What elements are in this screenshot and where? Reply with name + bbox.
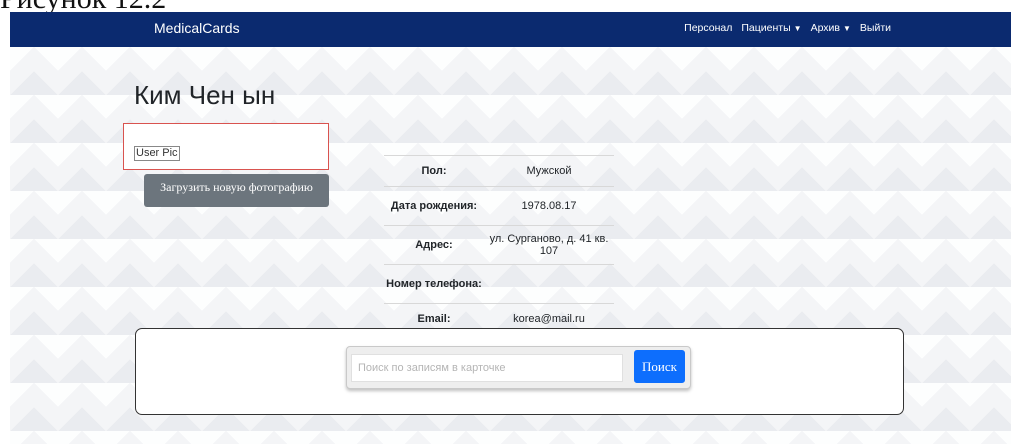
navbar: MedicalCards Персонал Пациенты ▼ Архив ▼ В… xyxy=(10,12,1011,47)
nav-item-staff[interactable]: Персонал xyxy=(684,22,732,34)
phone-value xyxy=(484,265,614,304)
patient-info-table: Пол: Мужской Дата рождения: 1978.08.17 А… xyxy=(384,155,614,334)
phone-label: Номер телефона: xyxy=(386,278,482,290)
nav-item-logout[interactable]: Выйти xyxy=(860,22,891,34)
table-row: Номер телефона: xyxy=(384,264,614,304)
table-row: Пол: Мужской xyxy=(384,155,614,187)
address-label: Адрес: xyxy=(415,239,453,251)
nav-item-archive[interactable]: Архив ▼ xyxy=(811,22,851,34)
gender-label: Пол: xyxy=(421,165,447,177)
birthdate-value: 1978.08.17 xyxy=(521,200,577,212)
table-row: Адрес: ул. Сурганово, д. 41 кв. 107 xyxy=(384,225,614,265)
nav-item-patients[interactable]: Пациенты ▼ xyxy=(741,22,801,34)
caret-down-icon: ▼ xyxy=(793,23,802,33)
user-pic-image[interactable]: User Pic xyxy=(134,146,180,161)
birthdate-label: Дата рождения: xyxy=(390,200,478,212)
search-input[interactable] xyxy=(351,354,623,382)
search-button[interactable]: Поиск xyxy=(634,350,685,383)
patient-name: Ким Чен ын xyxy=(134,80,276,110)
address-value: ул. Сурганово, д. 41 кв. 107 xyxy=(489,233,609,257)
figure-caption: Рисунок 12.2 xyxy=(0,0,166,14)
nav-links: Персонал Пациенты ▼ Архив ▼ Выйти xyxy=(684,22,891,34)
brand-link[interactable]: MedicalCards xyxy=(154,20,240,36)
gender-value: Мужской xyxy=(526,165,572,177)
table-row: Дата рождения: 1978.08.17 xyxy=(384,186,614,226)
caret-down-icon: ▼ xyxy=(842,23,851,33)
upload-photo-tooltip: Загрузить новую фотографию xyxy=(144,174,329,207)
